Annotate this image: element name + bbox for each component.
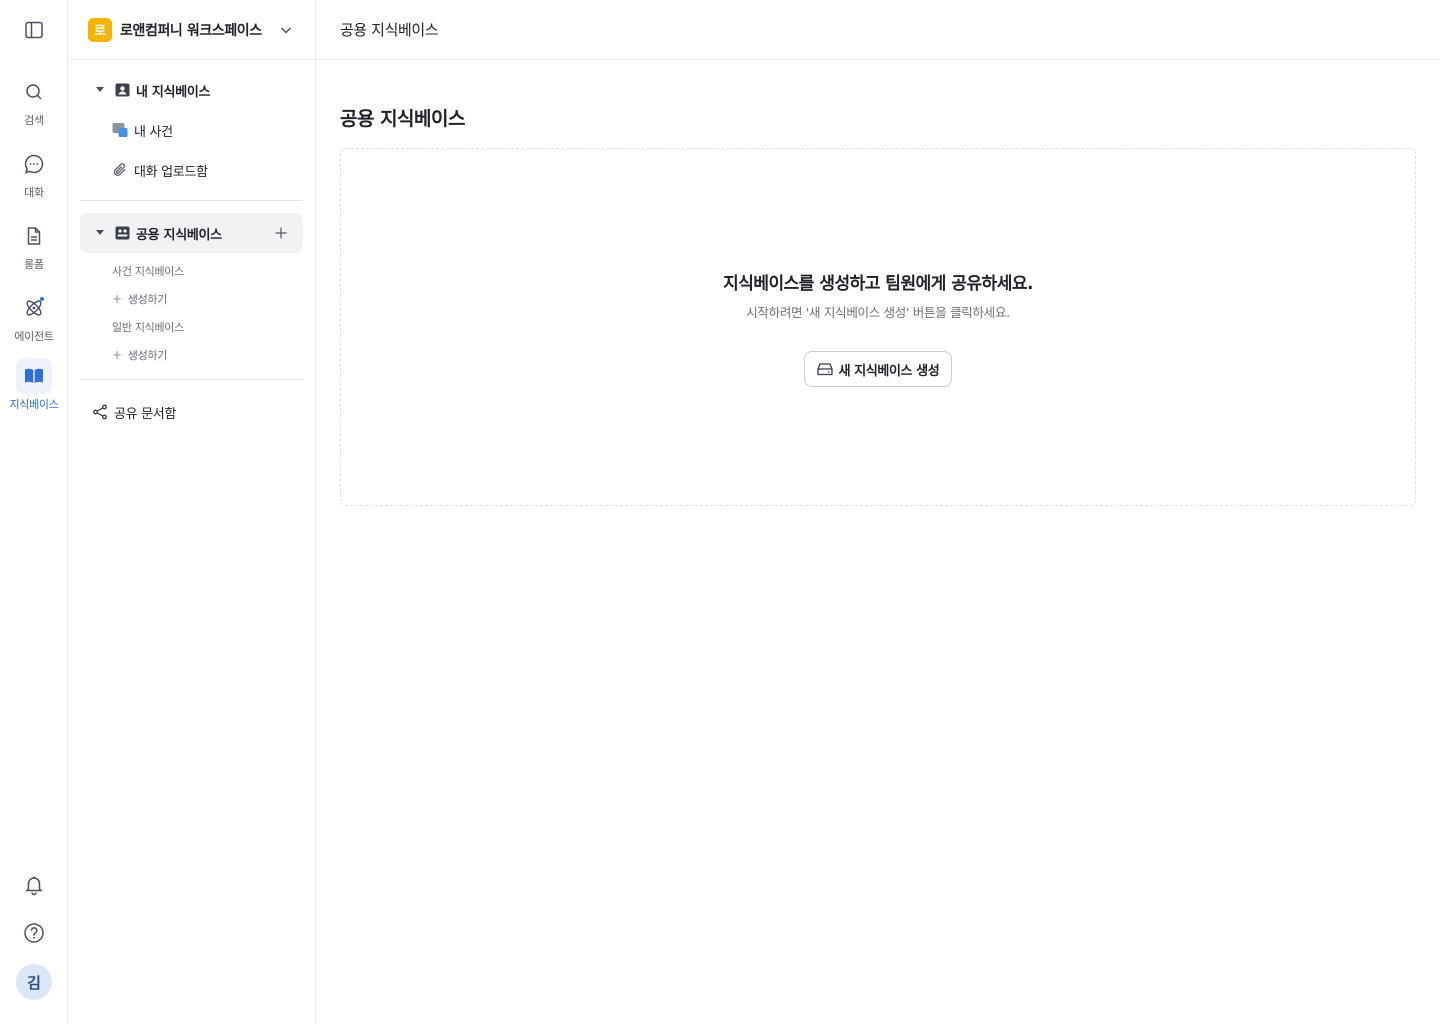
empty-state-title: 지식베이스를 생성하고 팀원에게 공유하세요. xyxy=(723,274,1033,294)
add-shared-kb-icon[interactable] xyxy=(273,225,289,241)
nav-rail: 검색 대화 롱폼 에이전트 지식베이스 김 xyxy=(0,0,68,1024)
main-content: 공용 지식베이스 공용 지식베이스 지식베이스를 생성하고 팀원에게 공유하세요… xyxy=(316,0,1440,1024)
rail-item-label: 롱폼 xyxy=(24,258,44,271)
rail-item-knowledge-base[interactable]: 지식베이스 xyxy=(0,358,68,412)
bell-icon xyxy=(23,874,45,900)
team-card-icon xyxy=(114,225,130,241)
chat-icon xyxy=(16,146,52,182)
notifications-button[interactable] xyxy=(0,874,68,900)
tree-item-my-cases[interactable]: 내 사건 xyxy=(80,110,303,150)
document-icon xyxy=(16,218,52,254)
tree-item-shared-docs[interactable]: 공유 문서함 xyxy=(80,392,303,432)
user-card-icon xyxy=(114,82,130,98)
empty-state-description: 시작하려면 '새 지식베이스 생성' 버튼을 클릭하세요. xyxy=(746,305,1010,320)
create-button-label: 새 지식베이스 생성 xyxy=(838,363,940,379)
page-title: 공용 지식베이스 xyxy=(340,108,465,130)
folder-case-icon xyxy=(112,122,128,138)
empty-state: 지식베이스를 생성하고 팀원에게 공유하세요. 시작하려면 '새 지식베이스 생… xyxy=(340,148,1416,506)
rail-item-label: 지식베이스 xyxy=(9,398,59,411)
help-button[interactable] xyxy=(0,922,68,948)
rail-item-label: 검색 xyxy=(24,114,44,127)
drive-icon xyxy=(816,361,833,377)
tree-item-label: 대화 업로드함 xyxy=(134,164,208,180)
book-icon xyxy=(16,358,52,394)
knowledge-base-sidebar: 로 로앤컴퍼니 워크스페이스 내 지식베이스 내 사건 대화 업로드함 공용 지… xyxy=(68,0,316,1024)
section-label-case-kb: 사건 지식베이스 xyxy=(112,265,184,278)
workspace-name: 로앤컴퍼니 워크스페이스 xyxy=(120,22,262,39)
help-icon xyxy=(23,922,45,948)
avatar: 김 xyxy=(16,964,52,1000)
rail-item-label: 에이전트 xyxy=(14,330,54,343)
share-icon xyxy=(92,404,108,420)
divider xyxy=(80,200,303,201)
create-knowledge-base-button[interactable]: 새 지식베이스 생성 xyxy=(803,351,953,387)
caret-down-icon[interactable] xyxy=(94,227,106,239)
search-icon xyxy=(16,74,52,110)
tree-item-label: 내 지식베이스 xyxy=(136,84,211,100)
user-avatar-button[interactable]: 김 xyxy=(0,964,68,1000)
chevron-down-icon xyxy=(277,21,295,39)
create-label: 생성하기 xyxy=(127,293,168,306)
plus-icon: + xyxy=(112,348,122,362)
rail-item-search[interactable]: 검색 xyxy=(0,74,68,128)
divider xyxy=(80,379,303,380)
section-label-general-kb: 일반 지식베이스 xyxy=(112,321,184,334)
paperclip-icon xyxy=(112,162,128,178)
create-label: 생성하기 xyxy=(127,349,168,362)
atom-icon xyxy=(16,290,52,326)
create-case-kb-button[interactable]: + 생성하기 xyxy=(80,285,303,313)
sidebar-toggle-icon[interactable] xyxy=(22,18,46,42)
content-area: 공용 지식베이스 지식베이스를 생성하고 팀원에게 공유하세요. 시작하려면 '… xyxy=(316,60,1440,506)
tree-item-shared-kb[interactable]: 공용 지식베이스 xyxy=(80,213,303,253)
workspace-logo: 로 xyxy=(88,17,112,42)
create-general-kb-button[interactable]: + 생성하기 xyxy=(80,341,303,369)
topbar-title: 공용 지식베이스 xyxy=(340,21,439,39)
tree-item-my-kb[interactable]: 내 지식베이스 xyxy=(80,70,303,110)
workspace-switcher[interactable]: 로 로앤컴퍼니 워크스페이스 xyxy=(68,0,315,60)
app-root: 검색 대화 롱폼 에이전트 지식베이스 김 로 로앤컴퍼니 워크스페이스 내 지… xyxy=(0,0,1440,1024)
tree-item-label: 내 사건 xyxy=(134,124,173,140)
plus-icon: + xyxy=(112,292,122,306)
top-bar: 공용 지식베이스 xyxy=(316,0,1440,60)
rail-item-agent[interactable]: 에이전트 xyxy=(0,290,68,344)
rail-item-chat[interactable]: 대화 xyxy=(0,146,68,200)
rail-item-label: 대화 xyxy=(24,186,44,199)
tree-item-chat-uploads[interactable]: 대화 업로드함 xyxy=(80,150,303,190)
tree-item-label: 공용 지식베이스 xyxy=(136,227,222,243)
rail-item-longform[interactable]: 롱폼 xyxy=(0,218,68,272)
tree-item-label: 공유 문서함 xyxy=(114,406,177,422)
caret-down-icon[interactable] xyxy=(94,84,106,96)
kb-tree: 내 지식베이스 내 사건 대화 업로드함 공용 지식베이스 사건 지식베이스 +… xyxy=(68,60,315,432)
